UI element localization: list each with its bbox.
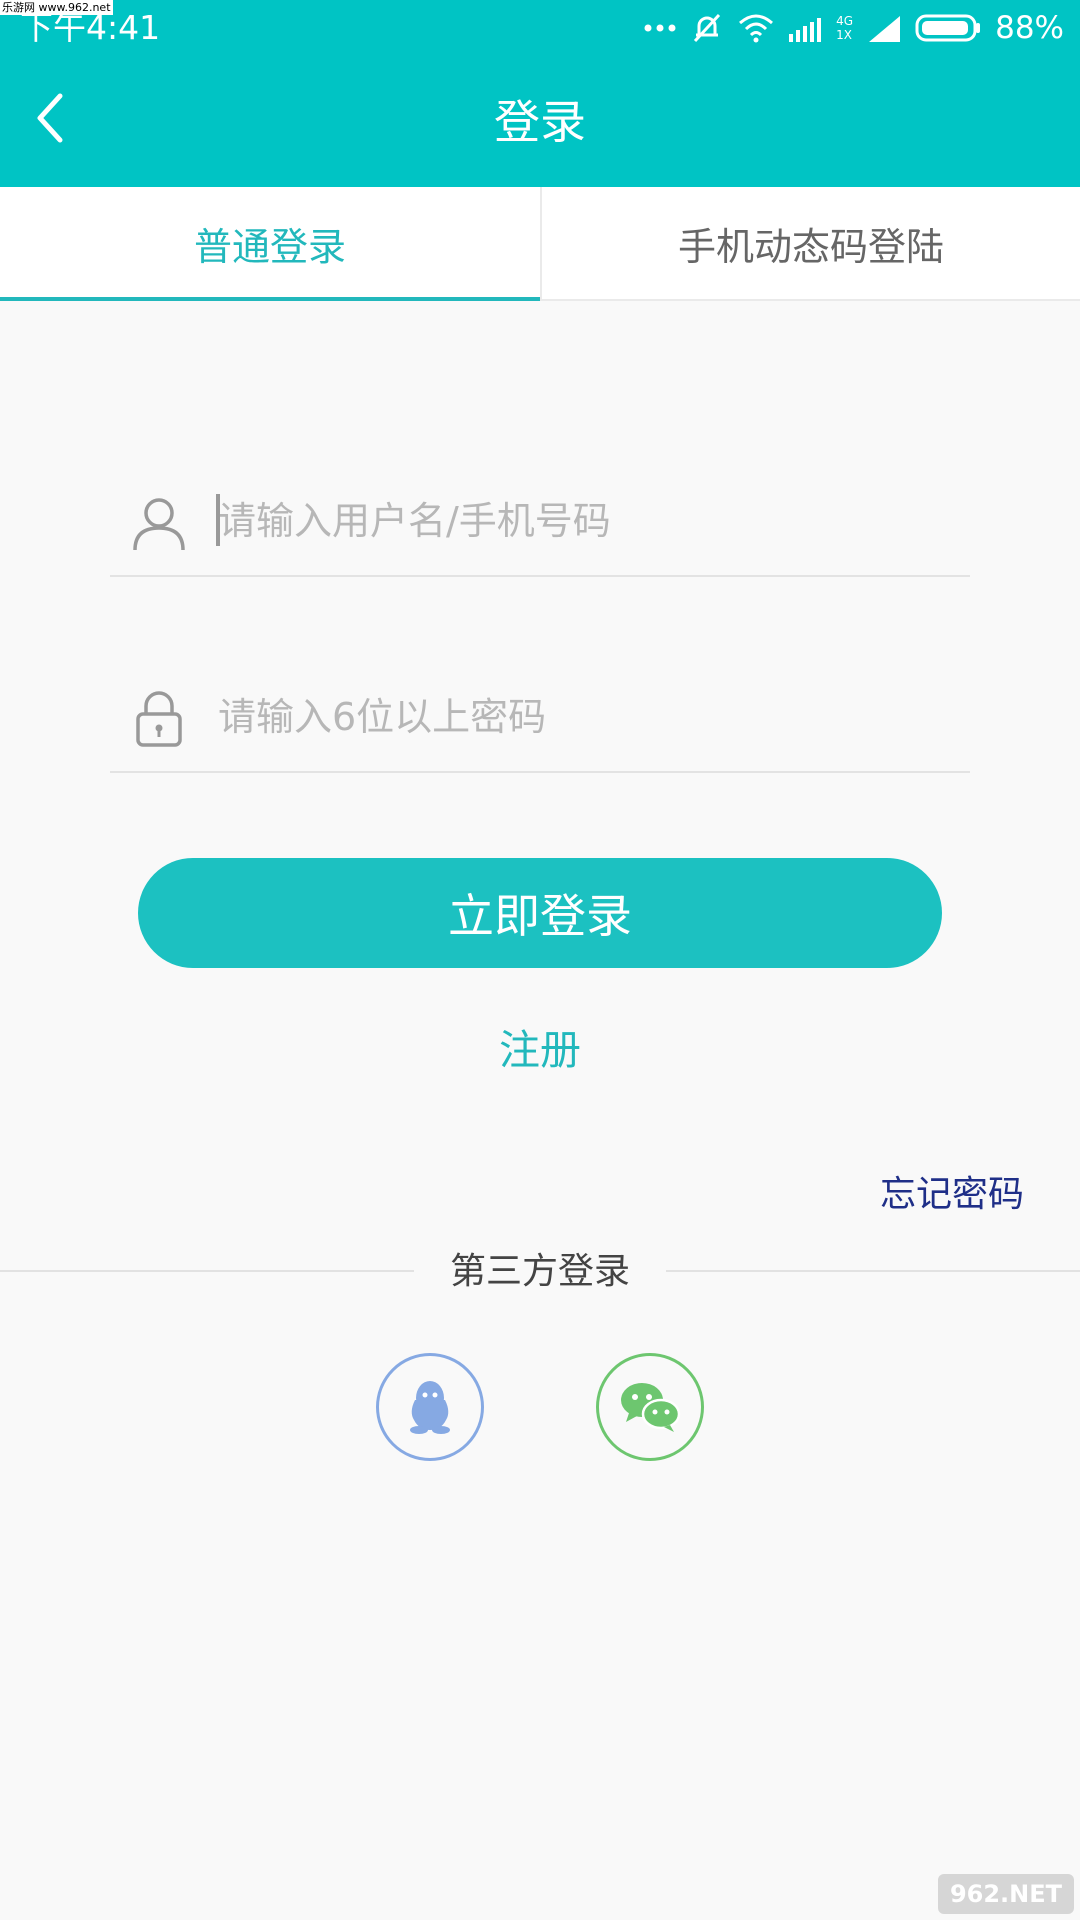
divider-left <box>0 1270 414 1272</box>
password-input[interactable] <box>216 676 960 758</box>
password-field <box>110 676 970 773</box>
login-button[interactable]: 立即登录 <box>138 858 942 968</box>
register-link[interactable]: 注册 <box>0 1022 1080 1078</box>
qq-penguin-icon <box>410 1381 450 1434</box>
text-caret <box>216 494 220 546</box>
battery-percentage: 88% <box>995 10 1064 46</box>
more-dots-icon <box>644 24 676 32</box>
forgot-password-link[interactable]: 忘记密码 <box>880 1170 1024 1220</box>
third-party-login-title: 第三方登录 <box>449 1251 630 1292</box>
app-header: 下午4:41 乐游网 www.962.net 4G 1X 88% 登录 <box>0 0 1080 187</box>
watermark-bottom-right: 962.NET <box>938 1874 1074 1914</box>
tab-sms-login[interactable]: 手机动态码登陆 <box>540 187 1080 299</box>
status-icons: 4G 1X 88% <box>644 8 1064 48</box>
watermark-top-left: 乐游网 www.962.net <box>0 0 113 15</box>
username-field <box>110 480 970 577</box>
tab-normal-login[interactable]: 普通登录 <box>0 187 540 301</box>
mute-bell-icon <box>694 13 721 43</box>
wechat-login-button[interactable] <box>596 1353 704 1461</box>
page-title: 登录 <box>494 95 586 149</box>
username-input[interactable] <box>216 480 960 562</box>
divider-right <box>666 1270 1080 1272</box>
signal-2-icon <box>869 16 901 42</box>
signal-1-icon <box>789 18 822 42</box>
user-icon <box>133 498 185 551</box>
lock-icon <box>136 691 182 747</box>
wechat-icon <box>621 1383 681 1432</box>
login-tabs: 普通登录 手机动态码登陆 <box>0 187 1080 301</box>
network-4g-label: 4G <box>836 14 854 28</box>
network-1x-label: 1X <box>836 28 853 42</box>
network-type: 4G 1X <box>836 14 853 42</box>
battery-icon <box>915 14 981 42</box>
wifi-icon <box>739 14 774 43</box>
qq-login-button[interactable] <box>376 1353 484 1461</box>
